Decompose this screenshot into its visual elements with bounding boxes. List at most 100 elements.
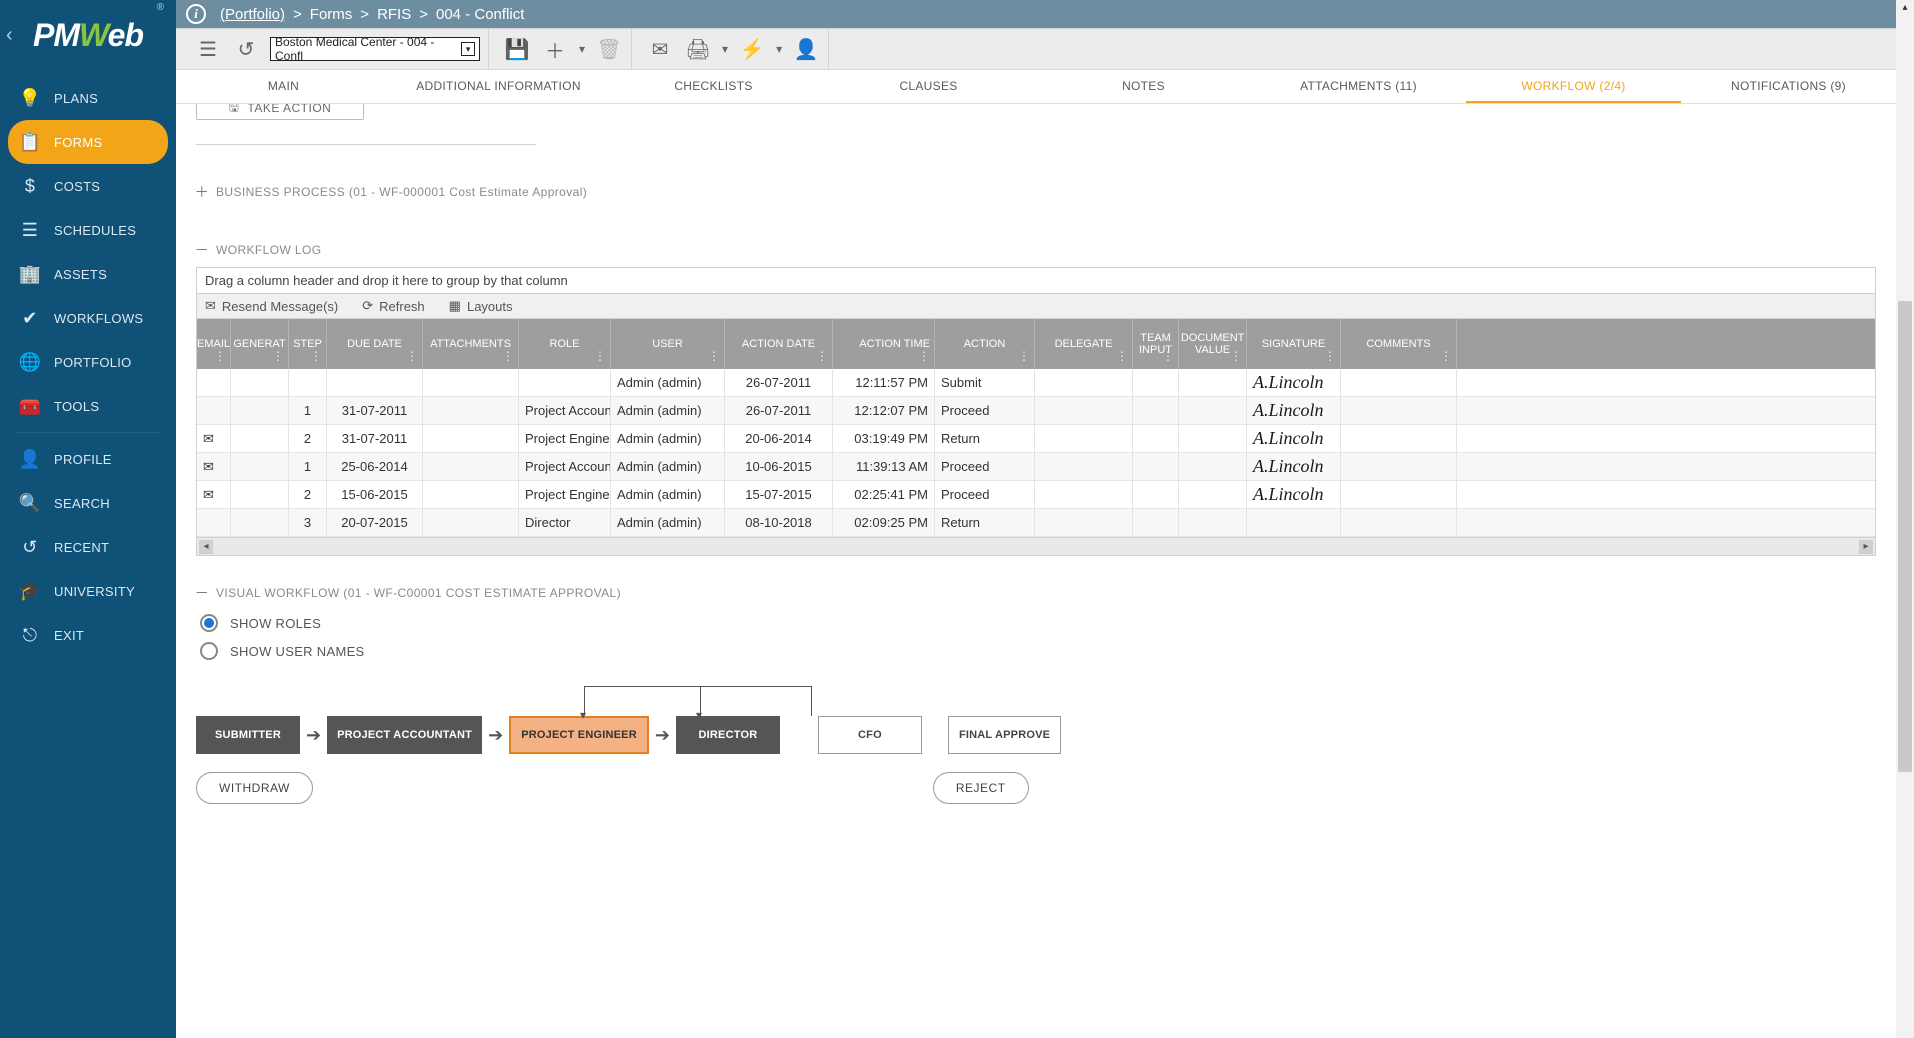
project-select[interactable]: Boston Medical Center - 004 - Confl ▾ <box>270 37 480 61</box>
flow-director[interactable]: DIRECTOR <box>676 716 780 754</box>
col-action-time[interactable]: ACTION TIME⋮ <box>833 319 935 369</box>
nav-costs[interactable]: $COSTS <box>8 164 168 208</box>
cell-comments <box>1341 425 1457 452</box>
expand-icon[interactable]: ＋ <box>196 186 208 198</box>
page-scrollbar[interactable]: ▴ <box>1896 0 1914 1038</box>
trash-icon: 🗑 <box>595 35 623 63</box>
cell-delegate <box>1035 425 1133 452</box>
col-doc-value[interactable]: DOCUMENT VALUE⋮ <box>1179 319 1247 369</box>
tab-workflow[interactable]: WORKFLOW (2/4) <box>1466 70 1681 103</box>
cell-role <box>519 369 611 396</box>
col-generated[interactable]: GENERAT⋮ <box>231 319 289 369</box>
col-due[interactable]: DUE DATE⋮ <box>327 319 423 369</box>
cell-comments <box>1341 397 1457 424</box>
nav-workflows[interactable]: ✔WORKFLOWS <box>8 296 168 340</box>
nav-assets[interactable]: 🏢ASSETS <box>8 252 168 296</box>
collapse-icon[interactable]: － <box>196 587 208 599</box>
cell-step: 1 <box>289 397 327 424</box>
table-row[interactable]: Admin (admin)26-07-201112:11:57 PMSubmit… <box>197 369 1875 397</box>
list-icon[interactable]: ☰ <box>194 35 222 63</box>
col-signature[interactable]: SIGNATURE⋮ <box>1247 319 1341 369</box>
history-icon: ↺ <box>20 537 40 557</box>
flow-project-accountant[interactable]: PROJECT ACCOUNTANT <box>327 716 482 754</box>
nav-exit[interactable]: ⎋EXIT <box>8 613 168 657</box>
person-icon[interactable]: 👤 <box>792 35 820 63</box>
withdraw-button[interactable]: WITHDRAW <box>196 772 313 804</box>
refresh-button[interactable]: ⟳Refresh <box>362 298 424 314</box>
tab-notes[interactable]: NOTES <box>1036 70 1251 103</box>
scroll-thumb[interactable] <box>1898 301 1912 772</box>
col-step[interactable]: STEP⋮ <box>289 319 327 369</box>
cell-action: Submit <box>935 369 1035 396</box>
crumb-forms[interactable]: Forms <box>310 6 353 23</box>
nav-schedules[interactable]: ☰SCHEDULES <box>8 208 168 252</box>
cell-delegate <box>1035 481 1133 508</box>
nav-tools[interactable]: 🧰TOOLS <box>8 384 168 428</box>
scroll-left-icon[interactable]: ◂ <box>199 540 213 554</box>
cell-generated <box>231 453 289 480</box>
reject-button[interactable]: REJECT <box>933 772 1029 804</box>
radio-checked-icon <box>200 614 218 632</box>
col-action-date[interactable]: ACTION DATE⋮ <box>725 319 833 369</box>
cell-attachments <box>423 369 519 396</box>
save-icon: 🖫 <box>229 104 240 119</box>
cell-doc-value <box>1179 481 1247 508</box>
history-icon[interactable]: ↺ <box>232 35 260 63</box>
flow-submitter[interactable]: SUBMITTER <box>196 716 300 754</box>
tab-attachments[interactable]: ATTACHMENTS (11) <box>1251 70 1466 103</box>
nav-portfolio[interactable]: 🌐PORTFOLIO <box>8 340 168 384</box>
mail-icon[interactable]: ✉ <box>646 35 674 63</box>
table-row[interactable]: 320-07-2015DirectorAdmin (admin)08-10-20… <box>197 509 1875 537</box>
group-drop-zone[interactable]: Drag a column header and drop it here to… <box>197 268 1875 294</box>
resend-button[interactable]: ✉Resend Message(s) <box>205 298 338 314</box>
cell-team-input <box>1133 425 1179 452</box>
crumb-portfolio[interactable]: (Portfolio) <box>220 6 285 23</box>
crumb-rfis[interactable]: RFIS <box>377 6 411 23</box>
show-users-option[interactable]: SHOW USER NAMES <box>200 642 1876 660</box>
cell-generated <box>231 481 289 508</box>
col-comments[interactable]: COMMENTS⋮ <box>1341 319 1457 369</box>
nav: 💡PLANS 📋FORMS $COSTS ☰SCHEDULES 🏢ASSETS … <box>0 70 176 663</box>
cell-action: Return <box>935 425 1035 452</box>
take-action-button[interactable]: 🖫 TAKE ACTION <box>196 104 364 120</box>
grid-h-scrollbar[interactable]: ◂ ▸ <box>197 537 1875 555</box>
info-icon[interactable]: i <box>186 4 206 24</box>
cell-team-input <box>1133 481 1179 508</box>
scroll-right-icon[interactable]: ▸ <box>1859 540 1873 554</box>
collapse-icon[interactable]: － <box>196 244 208 256</box>
col-team-input[interactable]: TEAM INPUT⋮ <box>1133 319 1179 369</box>
col-email[interactable]: EMAIL⋮ <box>197 319 231 369</box>
flow-final-approve[interactable]: FINAL APPROVE <box>948 716 1061 754</box>
tab-notifications[interactable]: NOTIFICATIONS (9) <box>1681 70 1896 103</box>
col-delegate[interactable]: DELEGATE⋮ <box>1035 319 1133 369</box>
bolt-icon[interactable]: ⚡ <box>738 35 766 63</box>
add-icon[interactable]: ＋ <box>541 35 569 63</box>
tab-checklists[interactable]: CHECKLISTS <box>606 70 821 103</box>
col-user[interactable]: USER⋮ <box>611 319 725 369</box>
cell-role: Director <box>519 509 611 536</box>
nav-university[interactable]: 🎓UNIVERSITY <box>8 569 168 613</box>
nav-recent[interactable]: ↺RECENT <box>8 525 168 569</box>
table-row[interactable]: ✉125-06-2014Project AccountantAdmin (adm… <box>197 453 1875 481</box>
nav-forms[interactable]: 📋FORMS <box>8 120 168 164</box>
col-role[interactable]: ROLE⋮ <box>519 319 611 369</box>
briefcase-icon: 🧰 <box>20 396 40 416</box>
scroll-up-icon[interactable]: ▴ <box>1896 0 1914 14</box>
col-action[interactable]: ACTION⋮ <box>935 319 1035 369</box>
print-icon[interactable]: 🖨 <box>684 35 712 63</box>
table-row[interactable]: ✉215-06-2015Project EngineerAdmin (admin… <box>197 481 1875 509</box>
flow-cfo[interactable]: CFO <box>818 716 922 754</box>
nav-search[interactable]: 🔍SEARCH <box>8 481 168 525</box>
table-row[interactable]: 131-07-2011Project AccountantAdmin (admi… <box>197 397 1875 425</box>
nav-profile[interactable]: 👤PROFILE <box>8 437 168 481</box>
tab-main[interactable]: MAIN <box>176 70 391 103</box>
layouts-button[interactable]: ▦Layouts <box>449 298 513 314</box>
section-workflow-log: － WORKFLOW LOG <box>196 243 1876 257</box>
show-roles-option[interactable]: SHOW ROLES <box>200 614 1876 632</box>
mail-icon: ✉ <box>205 298 216 314</box>
tab-clauses[interactable]: CLAUSES <box>821 70 1036 103</box>
col-attachments[interactable]: ATTACHMENTS⋮ <box>423 319 519 369</box>
table-row[interactable]: ✉231-07-2011Project EngineerAdmin (admin… <box>197 425 1875 453</box>
nav-plans[interactable]: 💡PLANS <box>8 76 168 120</box>
tab-additional[interactable]: ADDITIONAL INFORMATION <box>391 70 606 103</box>
